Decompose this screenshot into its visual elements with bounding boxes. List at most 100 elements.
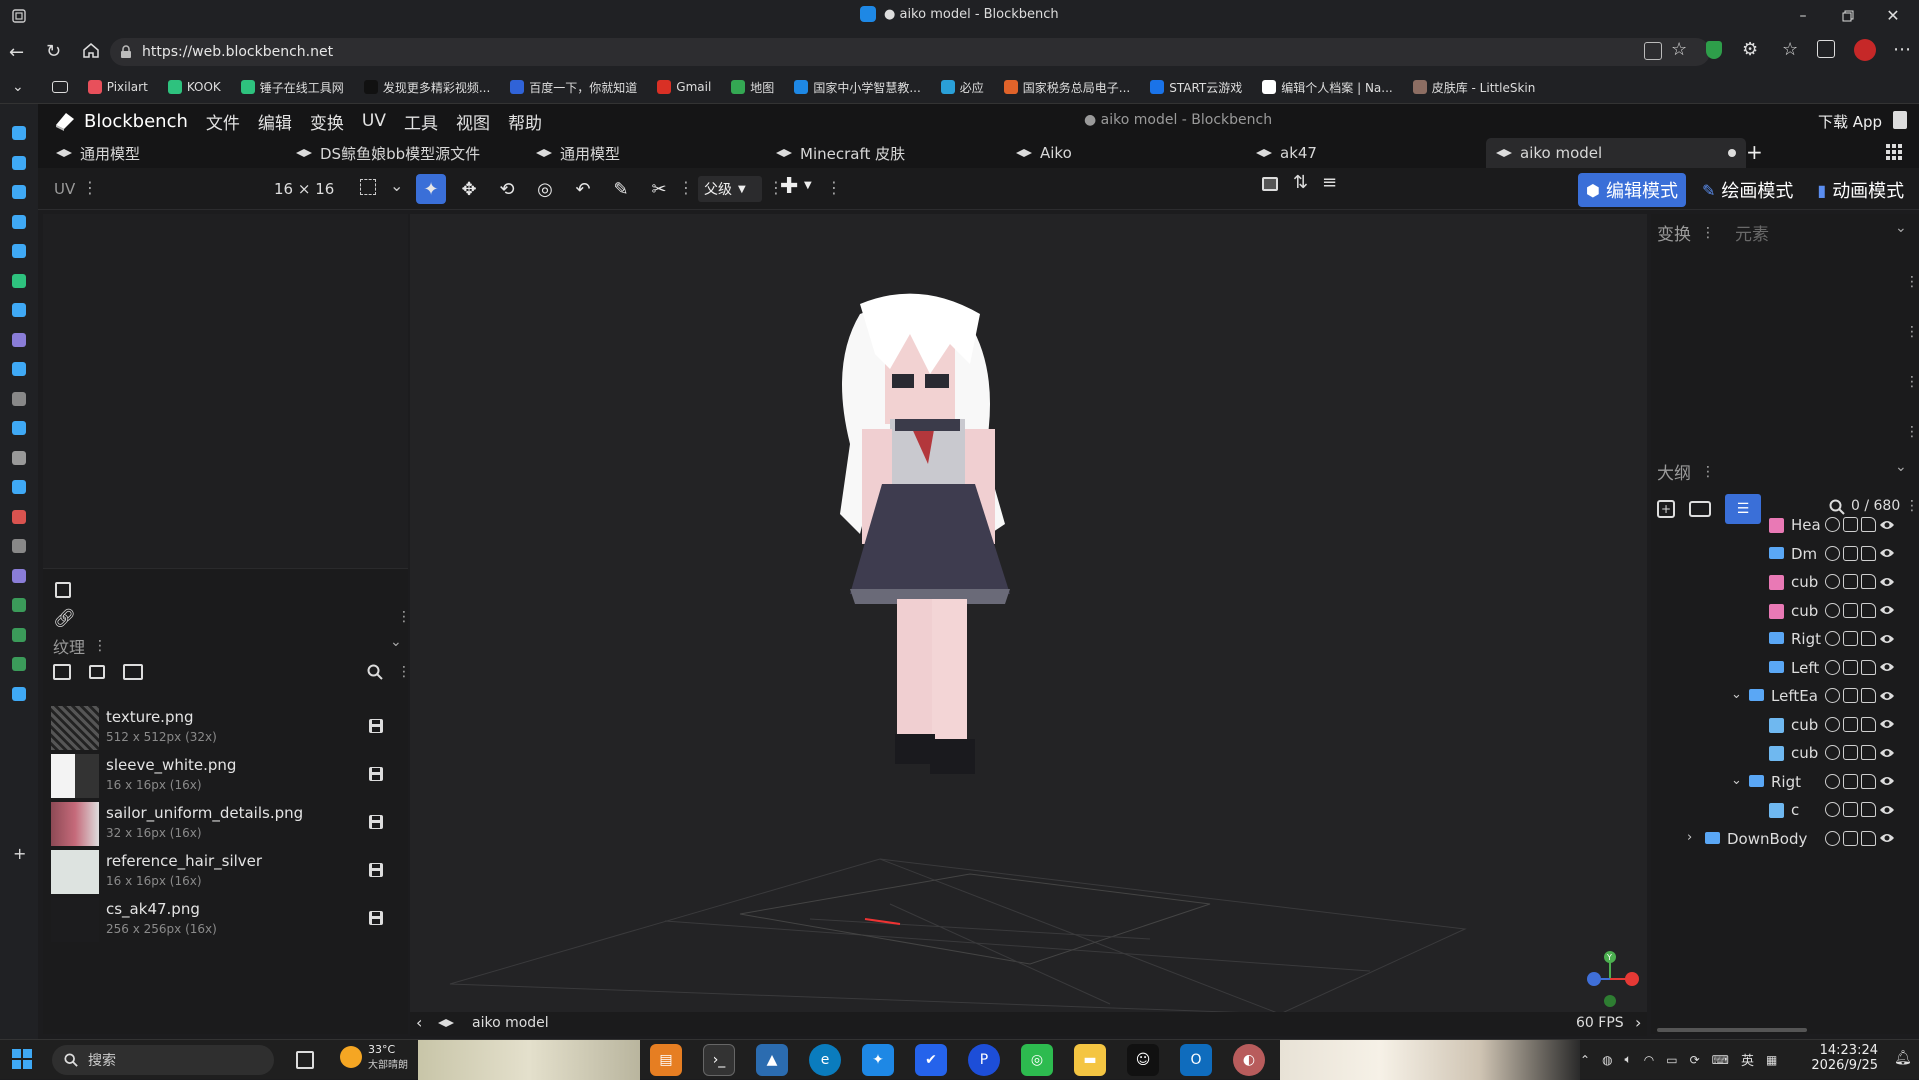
link-uv-icon[interactable]: 🔗︎ [53, 608, 76, 629]
bookmark-item[interactable]: KOOK [167, 80, 221, 94]
sidebar-app-icon[interactable] [12, 598, 26, 612]
add-element-chevron-icon[interactable]: ▼ [804, 180, 812, 191]
tray-chevron-icon[interactable]: ⌃ [1580, 1053, 1590, 1067]
outliner-row[interactable]: cub [1651, 712, 1916, 739]
sidebar-app-icon[interactable] [12, 421, 26, 435]
more-menu-icon[interactable]: ⋯ [1893, 39, 1911, 60]
panel-dots-2-icon[interactable]: ⋮ [1905, 324, 1919, 340]
pivot-tool-icon[interactable]: ↶ [568, 174, 598, 204]
bookmark-folder-icon[interactable] [51, 81, 68, 93]
rotate-tool-icon[interactable]: ◎ [530, 174, 560, 204]
clock[interactable]: 14:23:24 2026/9/25 [1798, 1043, 1878, 1073]
outliner-row[interactable]: Rigt [1651, 626, 1916, 653]
element-tab[interactable]: 元素 [1735, 220, 1769, 245]
transform-tab[interactable]: 变换 [1657, 220, 1691, 245]
taskbar-search[interactable]: 搜索 [52, 1045, 274, 1075]
bookmark-item[interactable]: Gmail [657, 80, 711, 94]
expand-down-icon[interactable]: ⌄ [1731, 687, 1742, 702]
project-tab[interactable]: Aiko [1006, 138, 1246, 168]
visibility-check-icon[interactable] [1843, 545, 1858, 561]
sidebar-app-icon[interactable] [12, 332, 26, 347]
eye-icon[interactable] [1879, 631, 1895, 646]
resize-tool-icon[interactable]: ⟲ [492, 174, 522, 204]
refresh-icon[interactable]: ↻ [46, 41, 61, 62]
uv-tools-menu-icon[interactable]: ⋮ [397, 609, 411, 625]
lock-toggle-icon[interactable] [1861, 545, 1876, 561]
sidebar-app-icon[interactable] [12, 155, 26, 170]
export-toggle-icon[interactable] [1825, 716, 1840, 732]
eye-icon[interactable] [1879, 688, 1895, 703]
sidebar-app-icon[interactable] [12, 244, 26, 258]
lock-toggle-icon[interactable] [1861, 716, 1876, 732]
shield-extension-icon[interactable] [1706, 41, 1722, 59]
outliner-row[interactable]: c [1651, 797, 1916, 824]
menu-item[interactable]: 视图 [456, 109, 490, 134]
uv-editor-canvas[interactable] [43, 214, 408, 569]
sidebar-app-icon[interactable] [12, 185, 26, 199]
pivot-select[interactable]: 父级 ▼ [698, 176, 762, 202]
lock-toggle-icon[interactable] [1861, 802, 1876, 817]
blockbench-app-icon[interactable]: ✦ [862, 1044, 894, 1076]
eye-icon[interactable] [1879, 546, 1895, 561]
photos-app-icon[interactable]: ▲ [756, 1044, 788, 1076]
project-tab[interactable]: 通用模型 [46, 138, 286, 168]
visibility-check-icon[interactable] [1843, 517, 1858, 532]
favorites-icon[interactable]: ☆ [1782, 39, 1798, 60]
uv-panel-menu-icon[interactable]: ⋮ [82, 178, 98, 197]
fullscreen-uv-icon[interactable] [360, 179, 376, 195]
collections-icon[interactable] [1817, 40, 1835, 58]
notification-bell-icon[interactable]: 🔔︎ [1894, 1050, 1912, 1066]
sidebar-app-icon[interactable] [12, 362, 26, 376]
axis-gizmo[interactable]: Y [1580, 949, 1640, 1009]
eye-icon[interactable] [1879, 517, 1895, 532]
bookmark-item[interactable]: 百度一下，你就知道 [510, 79, 637, 96]
tray-sync-icon[interactable]: ⟳ [1690, 1053, 1700, 1067]
copy-uv-icon[interactable] [55, 582, 71, 598]
visibility-check-icon[interactable] [1843, 659, 1858, 675]
project-tab[interactable]: DS鲸鱼娘bb模型源文件 [286, 138, 526, 168]
visibility-check-icon[interactable] [1843, 631, 1858, 646]
visibility-check-icon[interactable] [1843, 602, 1858, 618]
restore-icon[interactable] [1840, 8, 1856, 24]
new-tab-icon[interactable]: + [1746, 140, 1763, 164]
create-texture-icon[interactable] [89, 665, 105, 679]
project-tab[interactable]: Minecraft 皮肤 [766, 138, 1006, 168]
lock-toggle-icon[interactable] [1861, 830, 1876, 846]
tray-keyboard-icon[interactable]: ⌨ [1712, 1053, 1729, 1067]
export-toggle-icon[interactable] [1825, 517, 1840, 532]
transform-menu-icon[interactable]: ⋮ [1701, 225, 1715, 241]
favorite-star-icon[interactable]: ☆ [1671, 39, 1687, 60]
export-toggle-icon[interactable] [1825, 545, 1840, 561]
expand-down-icon[interactable]: ⌄ [1731, 773, 1742, 788]
status-next-icon[interactable]: › [1635, 1013, 1641, 1032]
bookmark-item[interactable]: 地图 [731, 79, 774, 96]
menu-item[interactable]: 帮助 [508, 109, 542, 134]
bookmark-item[interactable]: 发现更多精彩视频... [363, 79, 490, 96]
tools-menu-icon[interactable]: ⋮ [678, 178, 694, 197]
bookmark-item[interactable]: 皮肤库 - LittleSkin [1412, 79, 1535, 96]
lock-toggle-icon[interactable] [1861, 688, 1876, 703]
add-menu-icon[interactable]: ⋮ [826, 178, 842, 197]
visibility-check-icon[interactable] [1843, 802, 1858, 817]
viewport-sort-icon[interactable]: ⇅ [1293, 172, 1308, 193]
menu-item[interactable]: 编辑 [258, 109, 292, 134]
sidebar-app-icon[interactable] [12, 273, 26, 288]
lock-toggle-icon[interactable] [1861, 517, 1876, 532]
lock-toggle-icon[interactable] [1861, 659, 1876, 675]
menu-item[interactable]: 文件 [206, 109, 240, 134]
grid-menu-icon[interactable] [1886, 144, 1902, 160]
export-toggle-icon[interactable] [1825, 802, 1840, 817]
outliner-collapse-icon[interactable]: ⌄ [1895, 459, 1907, 475]
lock-toggle-icon[interactable] [1861, 574, 1876, 589]
bookmark-item[interactable]: START云游戏 [1150, 79, 1242, 96]
qq-app-icon[interactable]: ☺ [1127, 1044, 1159, 1076]
eye-icon[interactable] [1879, 802, 1895, 817]
viewport-screenshot-icon[interactable] [1262, 177, 1278, 191]
texture-item[interactable]: texture.png 512 x 512px (32x) [43, 704, 398, 752]
sidebar-app-icon[interactable] [12, 686, 26, 701]
unsaved-dot-icon[interactable] [1728, 149, 1736, 157]
texture-item[interactable]: cs_ak47.png 256 x 256px (16x) [43, 896, 398, 944]
export-toggle-icon[interactable] [1825, 574, 1840, 589]
outliner-scrollbar[interactable] [1657, 1028, 1807, 1032]
explorer-app-icon[interactable]: ▬ [1074, 1044, 1106, 1076]
